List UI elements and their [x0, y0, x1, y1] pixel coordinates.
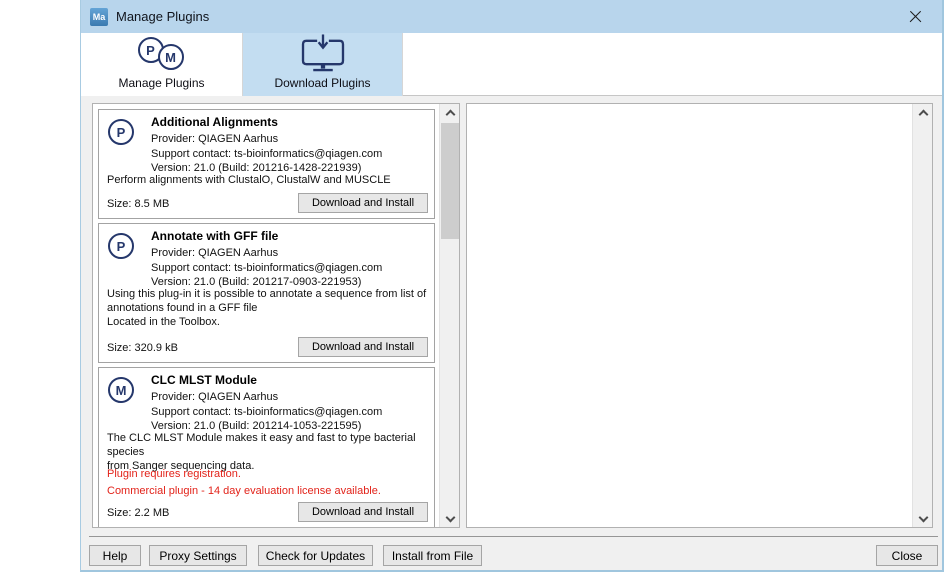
- scrollbar-thumb[interactable]: [441, 123, 459, 239]
- plugin-detail-panel: [466, 103, 933, 528]
- plugin-p-icon: P: [108, 233, 134, 259]
- registration-notice: Plugin requires registration.: [107, 466, 381, 483]
- plugin-list-scrollbar[interactable]: [439, 104, 459, 527]
- scroll-up-button[interactable]: [440, 104, 460, 121]
- install-from-file-button[interactable]: Install from File: [383, 545, 482, 566]
- manage-plugins-dialog: Ma Manage Plugins P M Manage Plugins Dow…: [80, 0, 944, 572]
- scroll-up-button[interactable]: [913, 104, 933, 121]
- download-and-install-button[interactable]: Download and Install: [298, 337, 428, 357]
- plugin-support: Support contact: ts-bioinformatics@qiage…: [151, 147, 382, 162]
- chevron-down-icon: [445, 512, 455, 522]
- plugin-meta: Provider: QIAGEN Aarhus Support contact:…: [151, 390, 382, 434]
- tab-label: Manage Plugins: [118, 76, 204, 90]
- description-line: Using this plug-in it is possible to ann…: [107, 287, 426, 301]
- app-icon: Ma: [90, 8, 108, 26]
- plugin-name: Annotate with GFF file: [151, 229, 278, 243]
- help-button[interactable]: Help: [89, 545, 141, 566]
- plugin-name: Additional Alignments: [151, 115, 278, 129]
- tab-strip: P M Manage Plugins Download Plugins: [81, 33, 942, 96]
- download-and-install-button[interactable]: Download and Install: [298, 502, 428, 522]
- proxy-settings-button[interactable]: Proxy Settings: [149, 545, 247, 566]
- close-window-button[interactable]: [900, 0, 930, 33]
- detail-scrollbar[interactable]: [912, 104, 932, 527]
- manage-plugins-pm-icon: P M: [138, 37, 186, 71]
- plugin-meta: Provider: QIAGEN Aarhus Support contact:…: [151, 246, 382, 290]
- plugin-list-panel: P Additional Alignments Provider: QIAGEN…: [92, 103, 460, 528]
- commercial-notice: Commercial plugin - 14 day evaluation li…: [107, 483, 381, 500]
- description-line: Perform alignments with ClustalO, Clusta…: [107, 173, 391, 187]
- pm-circle-m: M: [158, 44, 184, 70]
- chevron-down-icon: [918, 512, 928, 522]
- description-line: The CLC MLST Module makes it easy and fa…: [107, 431, 434, 459]
- plugin-provider: Provider: QIAGEN Aarhus: [151, 246, 382, 261]
- tab-label: Download Plugins: [274, 76, 370, 90]
- titlebar: Ma Manage Plugins: [81, 0, 942, 33]
- scroll-down-button[interactable]: [440, 510, 460, 527]
- download-monitor-icon: [299, 33, 347, 72]
- window-title: Manage Plugins: [116, 9, 209, 24]
- plugin-provider: Provider: QIAGEN Aarhus: [151, 132, 382, 147]
- plugin-support: Support contact: ts-bioinformatics@qiage…: [151, 405, 382, 420]
- footer-separator: [89, 536, 938, 537]
- description-line: Located in the Toolbox.: [107, 315, 426, 329]
- description-line: annotations found in a GFF file: [107, 301, 426, 315]
- plugin-p-icon: P: [108, 119, 134, 145]
- plugin-description: Using this plug-in it is possible to ann…: [107, 287, 426, 329]
- close-button[interactable]: Close: [876, 545, 938, 566]
- plugin-entry-clc-mlst-module[interactable]: M CLC MLST Module Provider: QIAGEN Aarhu…: [98, 367, 435, 528]
- tab-download-plugins[interactable]: Download Plugins: [243, 33, 403, 96]
- plugin-name: CLC MLST Module: [151, 373, 257, 387]
- close-icon: [909, 10, 922, 23]
- plugin-entry-annotate-with-gff[interactable]: P Annotate with GFF file Provider: QIAGE…: [98, 223, 435, 363]
- plugin-size: Size: 320.9 kB: [107, 342, 178, 354]
- chevron-up-icon: [445, 109, 455, 119]
- plugin-size: Size: 2.2 MB: [107, 507, 169, 519]
- plugin-meta: Provider: QIAGEN Aarhus Support contact:…: [151, 132, 382, 176]
- plugin-entry-additional-alignments[interactable]: P Additional Alignments Provider: QIAGEN…: [98, 109, 435, 219]
- check-for-updates-button[interactable]: Check for Updates: [258, 545, 373, 566]
- scroll-down-button[interactable]: [913, 510, 933, 527]
- plugin-notices: Plugin requires registration. Commercial…: [107, 466, 381, 500]
- plugin-m-icon: M: [108, 377, 134, 403]
- plugin-description: Perform alignments with ClustalO, Clusta…: [107, 173, 391, 187]
- chevron-up-icon: [918, 109, 928, 119]
- plugin-provider: Provider: QIAGEN Aarhus: [151, 390, 382, 405]
- tab-manage-plugins[interactable]: P M Manage Plugins: [81, 33, 243, 96]
- plugin-support: Support contact: ts-bioinformatics@qiage…: [151, 261, 382, 276]
- download-and-install-button[interactable]: Download and Install: [298, 193, 428, 213]
- plugin-size: Size: 8.5 MB: [107, 198, 169, 210]
